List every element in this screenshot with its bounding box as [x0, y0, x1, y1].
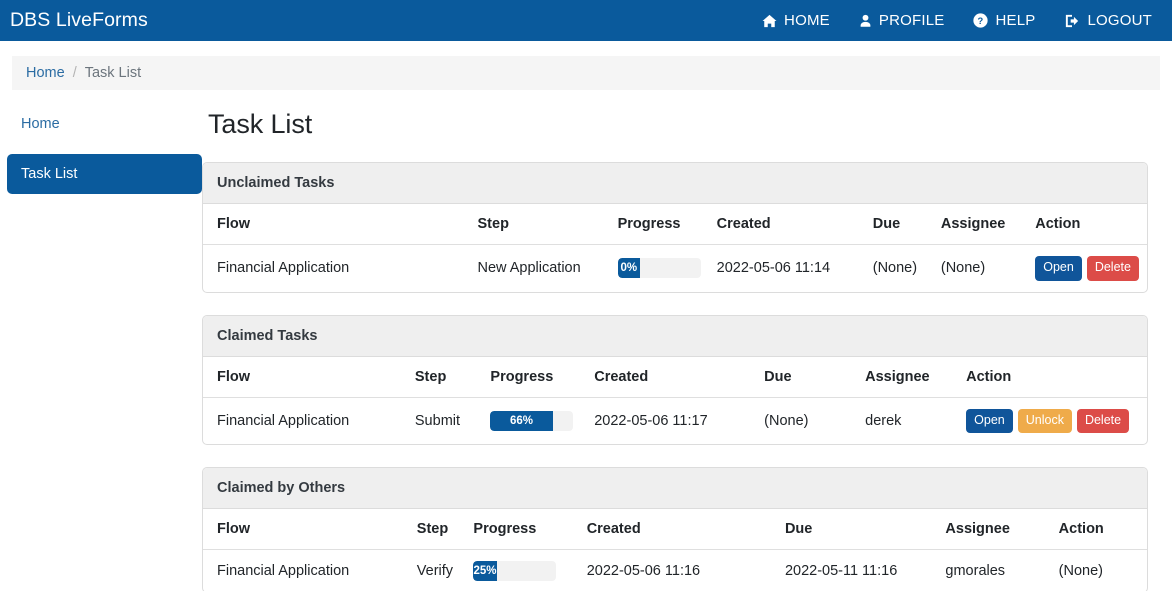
cell-assignee: (None)	[940, 260, 986, 277]
table-header-row: Flow Step Progress Created Due Assignee Action	[203, 204, 1147, 245]
column-header-progress: Progress	[482, 356, 587, 398]
task-table: Flow Step Progress Created Due Assignee Action…	[203, 356, 1147, 445]
task-card-header: Unclaimed Tasks	[203, 163, 1147, 204]
column-header-action: Action	[1027, 204, 1147, 245]
nav-link-home-label: HOME	[784, 12, 830, 29]
cell-step: Verify	[416, 563, 454, 580]
column-header-due: Due	[864, 204, 933, 245]
main-content: Task List Unclaimed Tasks Flow Step Progres…	[202, 108, 1172, 591]
table-row: Financial Application Verify 25% 2022-05-06…	[203, 550, 1147, 591]
unlock-button[interactable]: Unlock	[1017, 408, 1072, 434]
action-button-group: Open Delete	[1035, 256, 1139, 281]
table-row: Financial Application New Application 0% 20…	[203, 245, 1147, 292]
progress-bar-fill: 25%	[473, 561, 497, 582]
task-card: Claimed Tasks Flow Step Progress Created Due A…	[202, 314, 1148, 446]
navbar-links: HOME PROFILE ? HELP LOGOUT	[762, 12, 1158, 29]
breadcrumb-current: Task List	[84, 65, 142, 81]
cell-step: New Application	[477, 260, 581, 277]
home-icon	[762, 14, 777, 28]
column-header-step: Step	[469, 204, 610, 245]
page-title: Task List	[208, 109, 313, 139]
column-header-action: Action	[1050, 509, 1147, 551]
cell-assignee: gmorales	[945, 563, 1006, 580]
open-button[interactable]: Open	[1035, 256, 1082, 281]
table-header-row: Flow Step Progress Created Due Assignee Action	[203, 509, 1147, 551]
task-table: Flow Step Progress Created Due Assignee Action…	[203, 204, 1147, 292]
cell-created: 2022-05-06 11:14	[716, 260, 831, 277]
progress-bar-track: 25%	[473, 561, 557, 582]
cell-action: (None)	[1051, 550, 1147, 591]
task-cards-container: Unclaimed Tasks Flow Step Progress Created Du…	[202, 162, 1148, 591]
nav-link-home[interactable]: HOME	[762, 12, 830, 29]
delete-button[interactable]: Delete	[1076, 408, 1130, 434]
table-header-row: Flow Step Progress Created Due Assignee Action	[203, 356, 1147, 398]
cell-flow: Financial Application	[217, 412, 350, 429]
action-none-text: (None)	[1058, 563, 1103, 580]
app-brand[interactable]: DBS LiveForms	[10, 9, 148, 32]
cell-flow: Financial Application	[217, 563, 350, 580]
sidebar-item-home[interactable]: Home	[7, 108, 202, 140]
column-header-progress: Progress	[609, 204, 709, 245]
task-card-header: Claimed by Others	[203, 468, 1147, 510]
column-header-progress: Progress	[465, 509, 579, 551]
delete-button[interactable]: Delete	[1086, 256, 1139, 281]
cell-created: 2022-05-06 11:16	[586, 563, 701, 580]
task-card-header: Claimed Tasks	[203, 315, 1147, 357]
column-header-step: Step	[408, 509, 466, 551]
column-header-due: Due	[756, 356, 858, 398]
sidebar-item-task-list[interactable]: Task List	[7, 154, 202, 194]
progress-bar-fill: 66%	[490, 410, 553, 431]
cell-progress: 25%	[465, 550, 578, 591]
breadcrumb-home-link[interactable]: Home	[26, 65, 65, 81]
breadcrumb-separator: /	[72, 65, 77, 81]
column-header-action: Action	[958, 356, 1147, 398]
progress-bar-track: 0%	[617, 258, 701, 279]
column-header-assignee: Assignee	[857, 356, 959, 398]
task-card: Claimed by Others Flow Step Progress Created…	[202, 467, 1148, 591]
nav-link-profile[interactable]: PROFILE	[859, 12, 945, 29]
breadcrumb: Home / Task List	[12, 56, 1160, 90]
column-header-step: Step	[406, 356, 483, 398]
cell-flow: Financial Application	[217, 260, 350, 277]
task-card: Unclaimed Tasks Flow Step Progress Created Du…	[202, 162, 1148, 293]
nav-link-logout[interactable]: LOGOUT	[1064, 12, 1152, 29]
user-icon	[859, 14, 872, 28]
column-header-flow: Flow	[203, 204, 470, 245]
task-table: Flow Step Progress Created Due Assignee Action…	[203, 509, 1147, 591]
cell-assignee: derek	[865, 412, 902, 429]
page-layout: Home Task List Task List Unclaimed Tasks…	[0, 90, 1172, 591]
top-navbar: DBS LiveForms HOME PROFILE ? HELP LOGOUT	[0, 0, 1172, 41]
cell-due: 2022-05-11 11:16	[784, 563, 898, 580]
column-header-flow: Flow	[203, 509, 409, 551]
cell-progress: 66%	[482, 397, 586, 444]
sidebar: Home Task List	[0, 108, 202, 591]
column-header-assignee: Assignee	[937, 509, 1051, 551]
cell-progress: 0%	[610, 245, 709, 292]
column-header-created: Created	[708, 204, 865, 245]
nav-link-profile-label: PROFILE	[878, 12, 945, 29]
cell-due: (None)	[764, 412, 809, 429]
cell-action: Open Delete	[1027, 245, 1147, 292]
sign-out-icon	[1064, 14, 1080, 28]
column-header-due: Due	[776, 509, 938, 551]
progress-bar-fill: 0%	[617, 258, 640, 279]
question-circle-icon: ?	[973, 13, 989, 28]
nav-link-help[interactable]: ? HELP	[973, 12, 1035, 29]
svg-text:?: ?	[978, 16, 984, 26]
cell-step: Submit	[414, 412, 461, 429]
column-header-created: Created	[578, 509, 777, 551]
cell-due: (None)	[872, 260, 918, 277]
action-button-group: Open Unlock Delete	[966, 408, 1139, 434]
cell-created: 2022-05-06 11:17	[594, 412, 708, 429]
column-header-assignee: Assignee	[932, 204, 1028, 245]
nav-link-help-label: HELP	[995, 12, 1036, 29]
nav-link-logout-label: LOGOUT	[1087, 12, 1152, 29]
open-button[interactable]: Open	[966, 408, 1013, 434]
progress-bar-track: 66%	[490, 410, 574, 431]
column-header-created: Created	[586, 356, 757, 398]
table-row: Financial Application Submit 66% 2022-05-06…	[203, 397, 1147, 444]
column-header-flow: Flow	[203, 356, 407, 398]
cell-action: Open Unlock Delete	[958, 397, 1147, 444]
